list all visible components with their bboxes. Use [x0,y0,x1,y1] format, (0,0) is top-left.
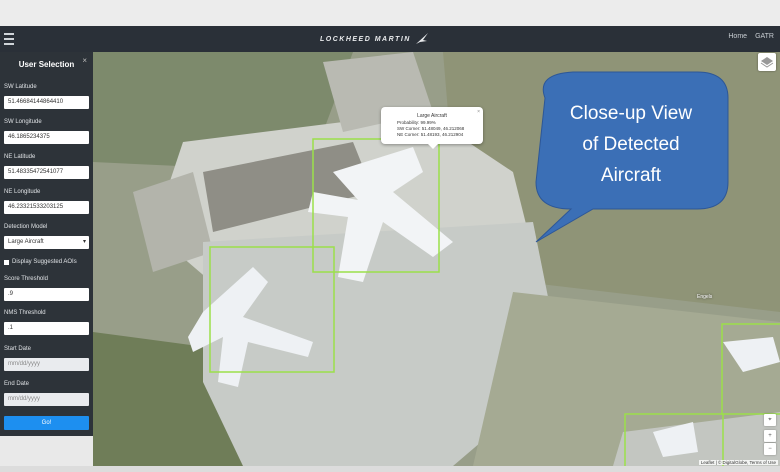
start-date-label: Start Date [4,346,32,352]
detection-model-select[interactable]: Large Aircraft [4,236,89,249]
nms-threshold-input[interactable]: .1 [4,322,89,335]
nms-threshold-label: NMS Threshold [4,310,46,316]
ne-longitude-label: NE Longitude [4,189,41,195]
popup-title: Large Aircraft [417,113,447,119]
popup-ne-corner: NE Corner: 51.48193, 46.212904 [397,132,464,137]
suggested-aois-checkbox[interactable] [4,260,9,265]
hamburger-menu-icon[interactable] [4,33,14,45]
top-navbar: LOCKHEED MARTIN Home GATR [0,26,780,52]
callout-line: of Detected [582,134,680,155]
ne-latitude-input[interactable]: 51.48335472541077 [4,166,89,179]
detection-model-label: Detection Model [4,224,48,230]
layers-button[interactable] [758,53,776,71]
nav-link-home[interactable]: Home [728,33,747,40]
start-date-input[interactable]: mm/dd/yyyy [4,358,89,371]
sw-latitude-label: SW Latitude [4,84,37,90]
sw-longitude-input[interactable]: 46.1865234375 [4,131,89,144]
score-threshold-label: Score Threshold [4,276,48,282]
popup-sw-corner: SW Corner: 51.48049, 46.212068 [397,126,465,131]
brand-name: LOCKHEED MARTIN [320,35,411,43]
callout-text: Close-up View of Detected Aircraft [540,98,722,191]
panel-title: User Selection [18,60,75,69]
map-attribution: Leaflet | © DigitalGlobe, Terms of Use [698,460,778,465]
nav-link-gatr[interactable]: GATR [755,33,774,40]
sw-longitude-label: SW Longitude [4,119,42,125]
user-selection-panel: × User Selection SW Latitude 51.46684144… [0,52,93,436]
popup-probability: Probability: 99.99% [397,120,436,125]
score-threshold-input[interactable]: .9 [4,288,89,301]
detection-popup: × Large Aircraft Probability: 99.99% SW … [381,107,483,149]
star-logo-icon [415,33,428,44]
map-place-label: Engels [697,294,713,300]
end-date-label: End Date [4,381,30,387]
suggested-aois-label: Display Suggested AOIs [12,259,77,265]
end-date-input[interactable]: mm/dd/yyyy [4,393,89,406]
browser-top-strip [0,0,780,26]
brand-logo: LOCKHEED MARTIN [320,32,429,46]
callout-line: Aircraft [600,165,662,186]
callout-line: Close-up View [569,103,693,124]
go-button[interactable]: Go! [4,416,89,430]
location-marker-button[interactable]: ⌖ [764,414,776,426]
ne-longitude-input[interactable]: 46.23321533203125 [4,201,89,214]
bottom-strip [0,466,780,472]
sw-latitude-input[interactable]: 51.46684144864410 [4,96,89,109]
zoom-out-button[interactable]: − [764,443,776,455]
zoom-in-button[interactable]: + [764,430,776,442]
layers-icon [760,57,774,68]
ne-latitude-label: NE Latitude [4,154,36,160]
